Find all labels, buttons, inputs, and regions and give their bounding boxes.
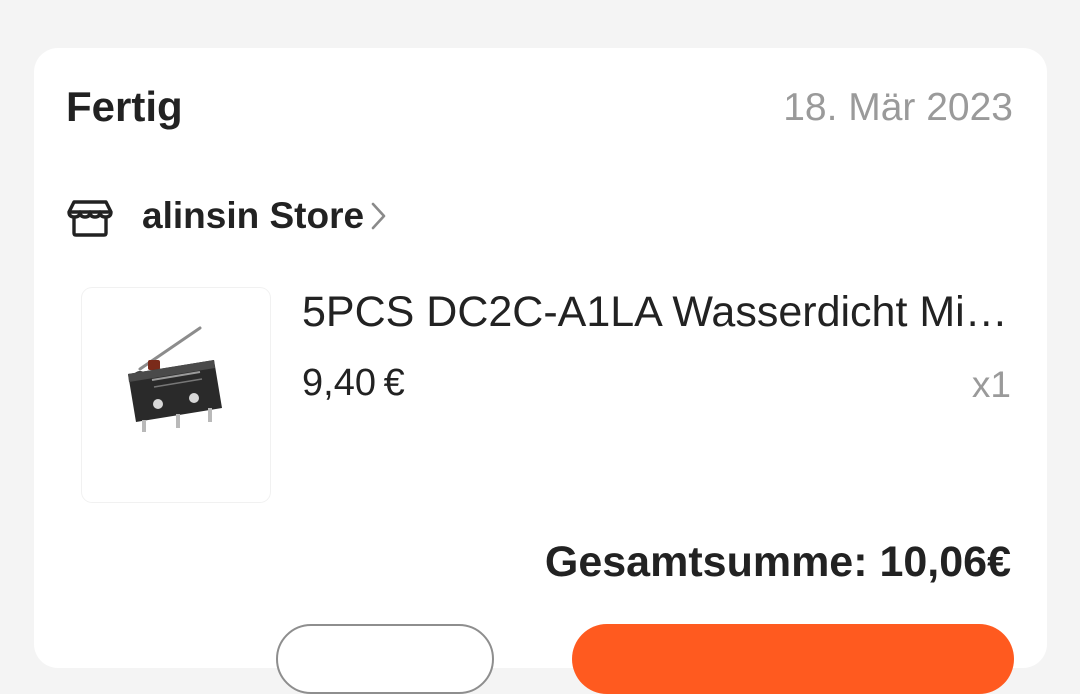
order-date: 18. Mär 2023 (783, 86, 1013, 129)
order-status: Fertig (66, 83, 183, 130)
order-card: Fertig 18. Mär 2023 alinsin Store 5PCS D… (34, 48, 1047, 694)
product-price: 9,40 € (302, 362, 405, 404)
primary-action-button[interactable] (572, 624, 1014, 694)
store-link[interactable]: alinsin Store (66, 188, 390, 244)
product-title[interactable]: 5PCS DC2C-A1LA Wasserdicht Mikroschalter… (302, 286, 1022, 338)
secondary-action-button[interactable] (276, 624, 494, 694)
chevron-right-icon (371, 202, 386, 230)
store-name: alinsin Store (142, 195, 365, 236)
product-quantity: x1 (971, 364, 1011, 405)
micro-switch-product-image (128, 326, 222, 432)
store-icon (67, 200, 113, 237)
product-thumbnail[interactable] (82, 288, 270, 502)
order-total: Gesamtsumme: 10,06€ (544, 538, 1011, 586)
